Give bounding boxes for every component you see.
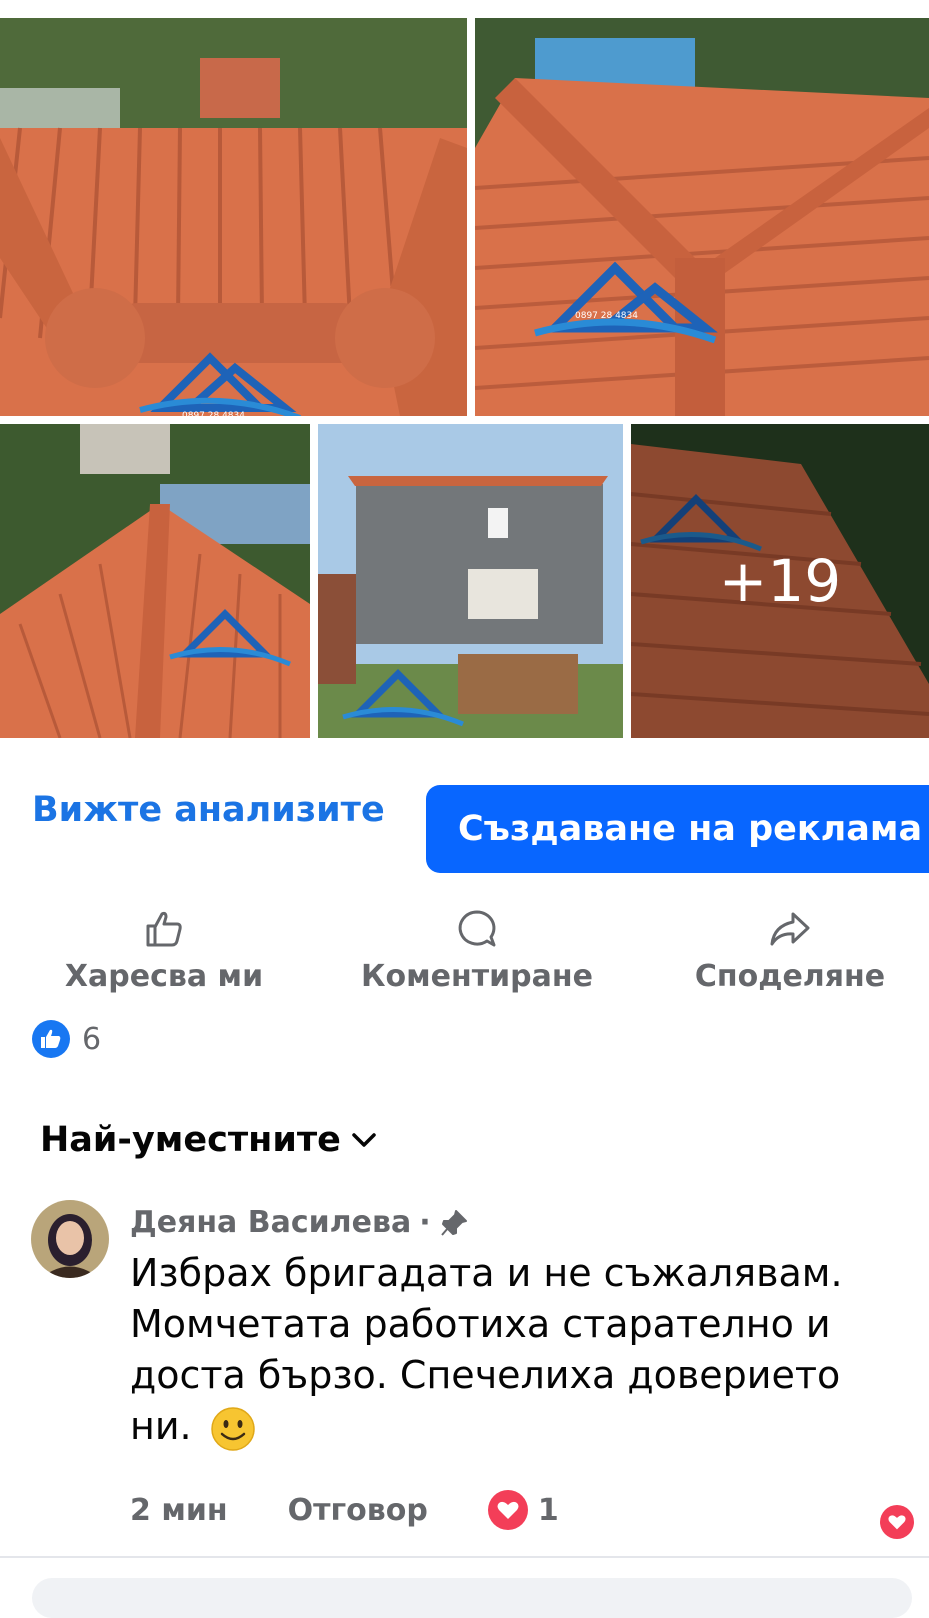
roof-slope-photo: [0, 424, 310, 738]
svg-text:0897 28 4834: 0897 28 4834: [182, 411, 245, 416]
share-icon: [770, 912, 810, 946]
thumbs-up-icon: [146, 911, 182, 947]
avatar[interactable]: [31, 1200, 109, 1278]
reactions-summary[interactable]: 6: [32, 1020, 101, 1058]
comment-icon: [458, 910, 496, 947]
author-separator: ·: [419, 1205, 431, 1240]
pin-icon: [440, 1209, 467, 1236]
smile-emoji-icon: [210, 1406, 255, 1451]
roof-ridge-photo: 0897 28 4834: [0, 18, 467, 416]
comment-meta: 2 мин Отговор 1: [130, 1490, 559, 1530]
divider: [0, 1556, 929, 1558]
comment-composer[interactable]: [32, 1578, 912, 1618]
comment-button[interactable]: Коментиране: [347, 905, 607, 994]
heart-icon: [888, 1515, 906, 1530]
chevron-down-icon: [352, 1133, 376, 1147]
sort-label: Най-уместните: [40, 1120, 341, 1160]
comment-time: 2 мин: [130, 1492, 228, 1528]
reactions-count: 6: [82, 1021, 102, 1057]
gallery-photo-2[interactable]: 0897 28 4834: [475, 18, 929, 416]
roof-valley-photo: 0897 28 4834: [475, 18, 929, 416]
share-button[interactable]: Споделяне: [660, 905, 920, 994]
comment-text: Избрах бригадата и не съжалявам. Момчета…: [130, 1248, 900, 1452]
love-count: 1: [537, 1492, 559, 1528]
reply-button[interactable]: Отговор: [288, 1493, 428, 1528]
share-label: Споделяне: [694, 959, 886, 994]
view-insights-link[interactable]: Вижте анализите: [32, 790, 385, 830]
like-reaction-icon: [32, 1020, 70, 1058]
love-reaction-icon: [487, 1490, 528, 1530]
like-label: Харесва ми: [64, 959, 264, 994]
comment-love-button[interactable]: [880, 1505, 914, 1539]
comment-author-row: Деяна Василева ·: [130, 1205, 469, 1240]
gallery-photo-1[interactable]: 0897 28 4834: [0, 18, 467, 416]
comment-author[interactable]: Деяна Василева: [130, 1205, 411, 1240]
svg-text:0897 28 4834: 0897 28 4834: [575, 311, 638, 321]
gallery-photo-4[interactable]: [318, 424, 623, 738]
comments-sort-dropdown[interactable]: Най-уместните: [40, 1120, 377, 1160]
house-photo: [318, 424, 623, 738]
like-button[interactable]: Харесва ми: [34, 905, 294, 994]
more-photos-count[interactable]: +19: [631, 424, 929, 738]
gallery-photo-5[interactable]: +19: [631, 424, 929, 738]
gallery-photo-3[interactable]: [0, 424, 310, 738]
create-ad-button[interactable]: Създаване на реклама: [426, 785, 929, 873]
comment-label: Коментиране: [361, 959, 593, 994]
comment-reactions[interactable]: 1: [487, 1490, 559, 1530]
